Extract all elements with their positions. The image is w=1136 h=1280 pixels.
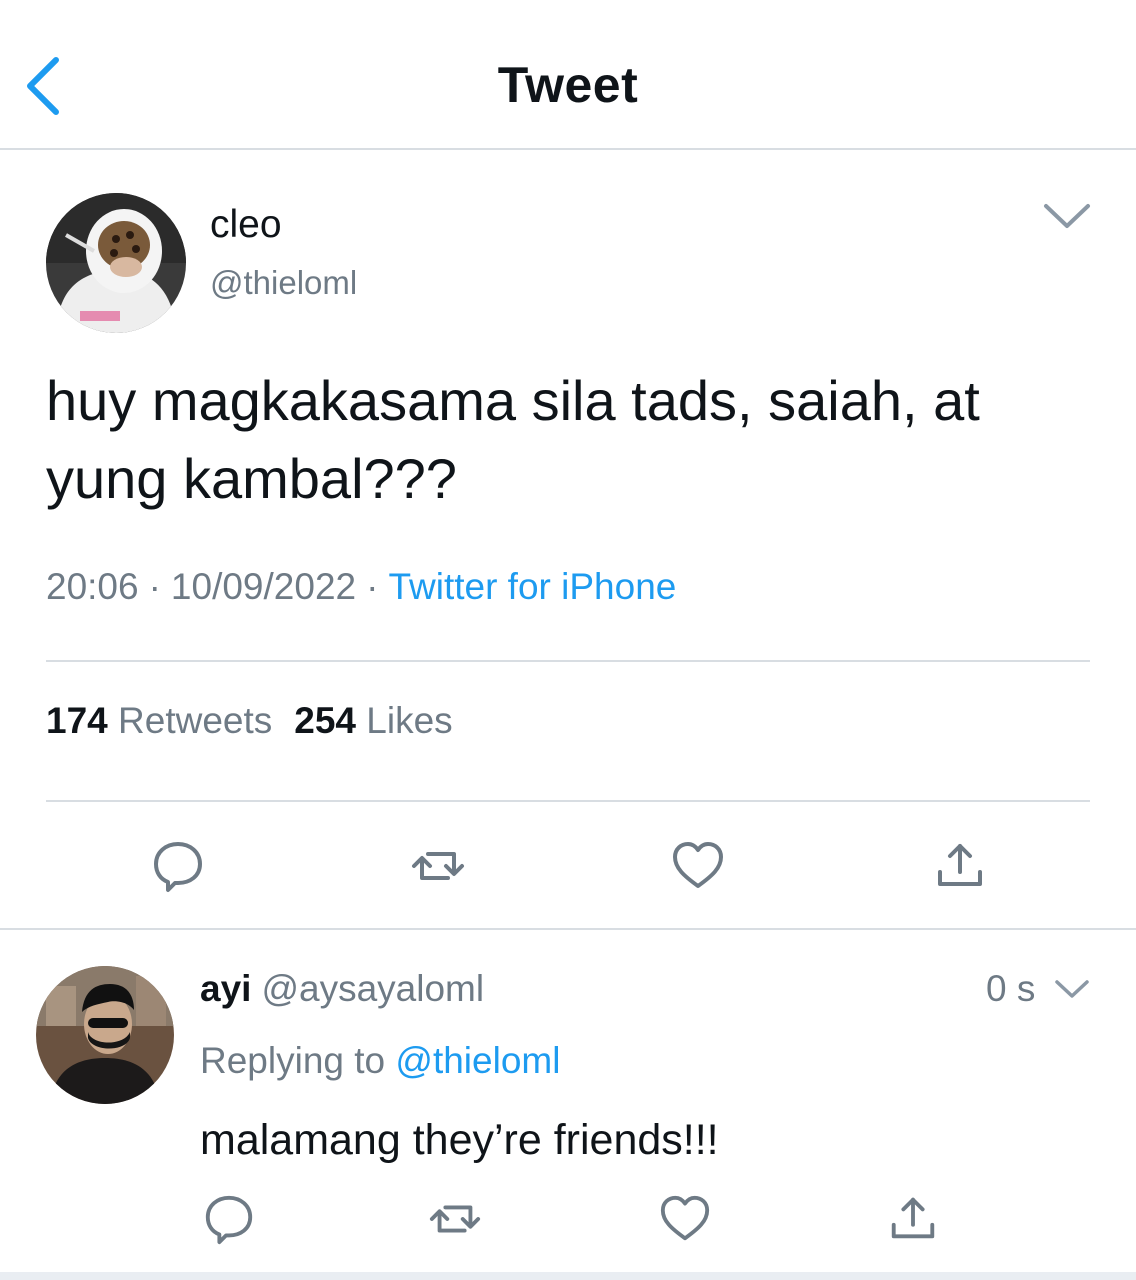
tweet-source-link[interactable]: Twitter for iPhone (388, 566, 676, 607)
replying-to-mention[interactable]: @thieloml (395, 1040, 560, 1081)
author-avatar[interactable] (46, 193, 186, 333)
reply-button[interactable] (150, 838, 206, 894)
section-divider (0, 928, 1136, 930)
reply-text: malamang they’re friends!!! (200, 1116, 719, 1164)
like-count: 254 (294, 700, 356, 741)
replying-to: Replying to @thieloml (200, 1040, 560, 1082)
heart-icon (660, 1195, 710, 1241)
reply-reply-button[interactable] (202, 1192, 256, 1246)
like-label: Likes (366, 700, 453, 741)
retweet-icon (412, 852, 464, 880)
retweet-label: Retweets (118, 700, 273, 741)
likes-stat[interactable]: 254 Likes (294, 700, 452, 741)
author-handle[interactable]: @thieloml (210, 264, 357, 302)
chevron-down-icon (1044, 204, 1090, 228)
reply-author[interactable]: ayi @aysayaloml (200, 968, 484, 1010)
reply-share-button[interactable] (886, 1192, 940, 1246)
reply-author-handle: @aysayaloml (261, 968, 485, 1009)
reply-like-button[interactable] (658, 1192, 712, 1246)
share-icon (938, 844, 982, 886)
separator-dot: · (366, 566, 379, 607)
retweet-button[interactable] (408, 838, 468, 894)
page-title: Tweet (497, 57, 639, 113)
tweet-time: 20:06 (46, 566, 139, 607)
reply-author-name: ayi (200, 968, 252, 1009)
bottom-separator (0, 1272, 1136, 1280)
retweets-stat[interactable]: 174 Retweets (46, 700, 272, 741)
divider (46, 800, 1090, 802)
reply-options-button[interactable] (1052, 974, 1092, 1004)
heart-icon (673, 842, 723, 888)
divider (46, 660, 1090, 662)
like-button[interactable] (670, 838, 726, 894)
retweet-icon (429, 1205, 481, 1233)
reply-icon (205, 1195, 253, 1245)
retweet-count: 174 (46, 700, 108, 741)
reply-retweet-button[interactable] (426, 1192, 484, 1246)
tweet-meta: 20:06 · 10/09/2022 · Twitter for iPhone (46, 566, 676, 608)
reply-author-avatar[interactable] (36, 966, 174, 1104)
replying-to-label: Replying to (200, 1040, 386, 1081)
reply-timestamp: 0 s (986, 968, 1036, 1009)
navigation-bar: Tweet (0, 0, 1136, 150)
separator-dot: · (148, 566, 161, 607)
share-button[interactable] (932, 838, 988, 894)
chevron-down-icon (1055, 980, 1089, 998)
share-icon (891, 1197, 935, 1239)
tweet-date: 10/09/2022 (170, 566, 357, 607)
reply-icon (154, 842, 202, 892)
tweet-stats: 174 Retweets 254 Likes (46, 700, 453, 742)
tweet-options-button[interactable] (1040, 196, 1094, 236)
author-name[interactable]: cleo (210, 203, 282, 247)
tweet-text: huy magkakasama sila tads, saiah, at yun… (46, 369, 980, 510)
